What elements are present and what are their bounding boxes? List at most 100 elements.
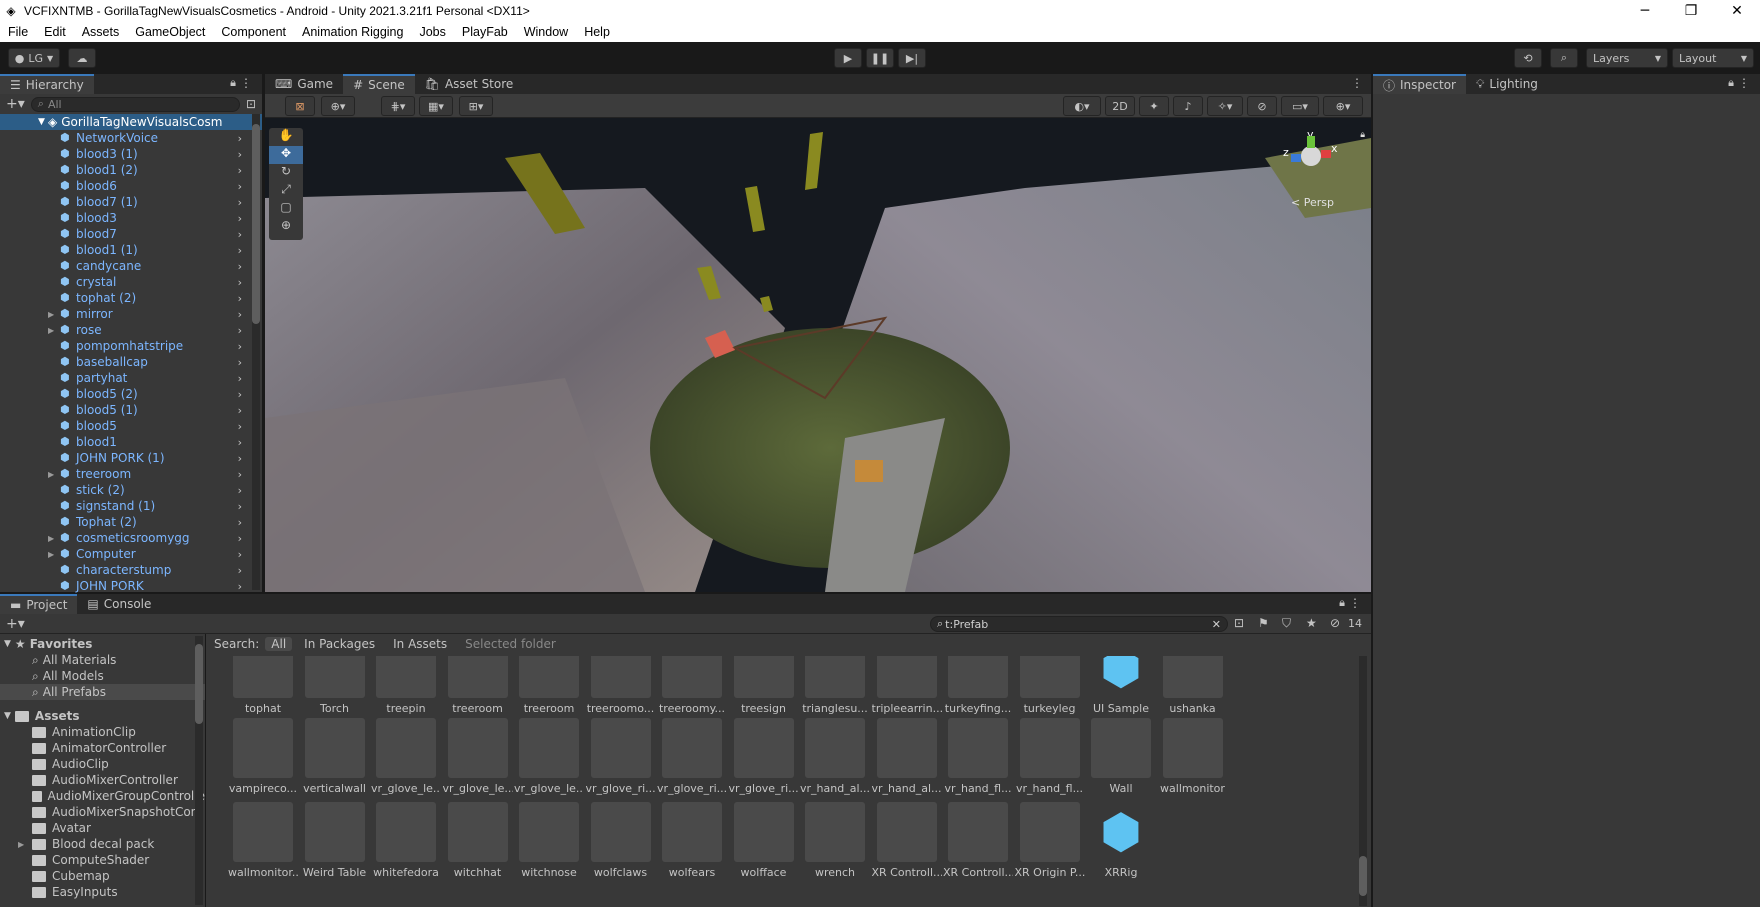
- hierarchy-item[interactable]: ⬢ blood6 ›: [0, 178, 262, 194]
- folder-item[interactable]: EasyInputs: [0, 884, 205, 900]
- history-button[interactable]: ⟲: [1514, 48, 1542, 68]
- chevron-right-icon[interactable]: ›: [238, 292, 242, 305]
- cloud-button[interactable]: ☁: [68, 48, 96, 68]
- hierarchy-item[interactable]: ⬢ blood5 (1) ›: [0, 402, 262, 418]
- add-button[interactable]: +▾: [6, 96, 25, 112]
- chevron-right-icon[interactable]: ›: [238, 500, 242, 513]
- minimize-button[interactable]: ─: [1622, 0, 1668, 22]
- shading-mode-dropdown[interactable]: ◐▾: [1063, 96, 1101, 116]
- folder-item[interactable]: AudioClip: [0, 756, 205, 772]
- chevron-right-icon[interactable]: ›: [238, 420, 242, 433]
- tab-hierarchy[interactable]: ☰ Hierarchy: [0, 74, 94, 94]
- asset-item[interactable]: Torch: [300, 656, 370, 715]
- menu-file[interactable]: File: [0, 25, 36, 39]
- more-menu-icon[interactable]: ⋮: [1349, 596, 1361, 610]
- asset-item[interactable]: tophat: [228, 656, 298, 715]
- hierarchy-item[interactable]: ⬢ blood3 ›: [0, 210, 262, 226]
- hierarchy-item[interactable]: ⬢ JOHN PORK (1) ›: [0, 450, 262, 466]
- asset-item[interactable]: wrench: [800, 802, 870, 879]
- chevron-right-icon[interactable]: ›: [238, 276, 242, 289]
- chevron-right-icon[interactable]: ›: [238, 532, 242, 545]
- menu-component[interactable]: Component: [213, 25, 294, 39]
- asset-item[interactable]: XR Origin P...: [1015, 802, 1085, 879]
- asset-item[interactable]: vr_glove_ri...: [586, 718, 656, 795]
- folder-tree-scrollbar[interactable]: [195, 636, 203, 905]
- transform-tool-button[interactable]: ⊕: [269, 218, 303, 236]
- lock-icon[interactable]: 🔒︎: [1360, 130, 1365, 140]
- orientation-gizmo[interactable]: y x z < Persp 🔒︎: [1275, 128, 1365, 209]
- asset-item[interactable]: treepin: [371, 656, 441, 715]
- tag-icon[interactable]: ⛉: [1282, 616, 1291, 631]
- lock-icon[interactable]: 🔒︎: [230, 76, 236, 90]
- asset-item[interactable]: wallmonitor...: [228, 802, 298, 879]
- folder-item[interactable]: AnimatorController: [0, 740, 205, 756]
- folder-item[interactable]: ▶ Blood decal pack: [0, 836, 205, 852]
- hierarchy-item[interactable]: ⬢ Tophat (2) ›: [0, 514, 262, 530]
- asset-item[interactable]: Weird Table: [300, 802, 370, 879]
- asset-item[interactable]: treeroomo...: [586, 656, 656, 715]
- global-pivot-dropdown[interactable]: ⊕▾: [321, 96, 355, 116]
- hierarchy-item[interactable]: ⬢ blood3 (1) ›: [0, 146, 262, 162]
- expand-right-icon[interactable]: ▶: [48, 534, 54, 543]
- hierarchy-item[interactable]: ⬢ blood5 (2) ›: [0, 386, 262, 402]
- assets-header[interactable]: ▼ Assets: [0, 708, 205, 724]
- hierarchy-scrollbar[interactable]: [252, 114, 260, 590]
- camera-dropdown[interactable]: ▭▾: [1281, 96, 1319, 116]
- hierarchy-item[interactable]: ▶ ⬢ rose ›: [0, 322, 262, 338]
- hierarchy-item[interactable]: ⬢ stick (2) ›: [0, 482, 262, 498]
- folder-item[interactable]: AudioMixerController: [0, 772, 205, 788]
- step-button[interactable]: ▶|: [898, 48, 926, 68]
- increment-snap-dropdown[interactable]: ⊞▾: [459, 96, 493, 116]
- chevron-right-icon[interactable]: ›: [238, 228, 242, 241]
- scrollbar-thumb[interactable]: [252, 124, 260, 324]
- hierarchy-item[interactable]: ⬢ blood7 ›: [0, 226, 262, 242]
- rotate-tool-button[interactable]: ↻: [269, 164, 303, 182]
- tab-game[interactable]: ⌨ Game: [265, 74, 344, 94]
- tab-project[interactable]: ▬ Project: [0, 594, 78, 614]
- scene-viewport[interactable]: [265, 118, 1371, 592]
- star-icon[interactable]: ★: [1306, 616, 1317, 630]
- tab-scene[interactable]: # Scene: [343, 74, 415, 94]
- search-button[interactable]: ⌕: [1550, 48, 1578, 68]
- persp-label[interactable]: < Persp: [1291, 196, 1334, 209]
- folder-item[interactable]: Cubemap: [0, 868, 205, 884]
- move-tool-button[interactable]: ✥: [269, 146, 303, 164]
- asset-item[interactable]: vr_glove_ri...: [729, 718, 799, 795]
- hierarchy-item[interactable]: ⬢ pompomhatstripe ›: [0, 338, 262, 354]
- asset-item[interactable]: ⬢ XRRig: [1086, 802, 1156, 879]
- maximize-button[interactable]: ❐: [1668, 0, 1714, 22]
- favorite-all-models[interactable]: ⌕ All Models: [0, 668, 205, 684]
- asset-item[interactable]: vr_glove_le...: [371, 718, 441, 795]
- chevron-right-icon[interactable]: ›: [238, 468, 242, 481]
- hierarchy-item[interactable]: ▶ ⬢ mirror ›: [0, 306, 262, 322]
- hierarchy-item[interactable]: ⬢ NetworkVoice ›: [0, 130, 262, 146]
- hierarchy-item[interactable]: ⬢ partyhat ›: [0, 370, 262, 386]
- hierarchy-search-input[interactable]: ⌕ All: [30, 96, 240, 112]
- account-dropdown[interactable]: ● LG ▼: [8, 48, 60, 68]
- pause-button[interactable]: ❚❚: [866, 48, 894, 68]
- search-by-type-icon[interactable]: ⊡: [1234, 616, 1244, 630]
- chevron-right-icon[interactable]: ›: [238, 404, 242, 417]
- hierarchy-item[interactable]: ⬢ JOHN PORK ›: [0, 578, 262, 594]
- hidden-packages-icon[interactable]: ⊘: [1330, 616, 1340, 630]
- menu-assets[interactable]: Assets: [74, 25, 128, 39]
- more-menu-icon[interactable]: ⋮: [240, 76, 252, 90]
- hidden-objects-toggle[interactable]: ⊘: [1247, 96, 1277, 116]
- chevron-right-icon[interactable]: ›: [238, 580, 242, 593]
- chevron-right-icon[interactable]: ›: [238, 132, 242, 145]
- hierarchy-item[interactable]: ⬢ characterstump ›: [0, 562, 262, 578]
- chevron-right-icon[interactable]: ›: [238, 516, 242, 529]
- asset-item[interactable]: witchnose: [514, 802, 584, 879]
- filter-all[interactable]: All: [265, 637, 293, 651]
- hierarchy-item[interactable]: ⬢ blood5 ›: [0, 418, 262, 434]
- asset-item[interactable]: XR Controll...: [872, 802, 942, 879]
- scrollbar-thumb[interactable]: [1359, 856, 1367, 896]
- asset-item[interactable]: verticalwall: [300, 718, 370, 795]
- chevron-right-icon[interactable]: ›: [238, 324, 242, 337]
- hierarchy-item[interactable]: ⬢ blood7 (1) ›: [0, 194, 262, 210]
- tab-lighting[interactable]: 💡︎ Lighting: [1466, 74, 1548, 94]
- hierarchy-item[interactable]: ⬢ baseballcap ›: [0, 354, 262, 370]
- folder-item[interactable]: AnimationClip: [0, 724, 205, 740]
- asset-item[interactable]: wolfface: [729, 802, 799, 879]
- layout-dropdown[interactable]: Layout ▼: [1672, 48, 1754, 68]
